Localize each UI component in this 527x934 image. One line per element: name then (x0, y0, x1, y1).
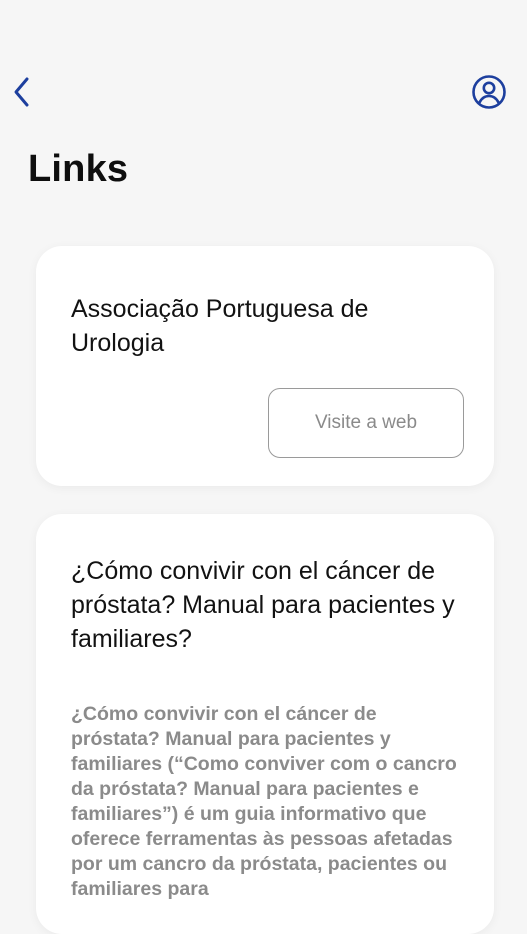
page-title: Links (28, 148, 129, 190)
user-circle-icon (471, 74, 507, 115)
link-card-description: ¿Cómo convivir con el cáncer de próstata… (71, 703, 457, 900)
link-card: ¿Cómo convivir con el cáncer de próstata… (36, 514, 494, 934)
top-navigation-bar (0, 0, 527, 130)
link-card-title: ¿Cómo convivir con el cáncer de próstata… (71, 557, 455, 653)
chevron-left-icon (11, 75, 33, 114)
profile-button[interactable] (468, 74, 510, 114)
back-button[interactable] (6, 74, 38, 114)
visit-website-button[interactable]: Visite a web (268, 388, 464, 458)
link-card: Associação Portuguesa de Urologia Visite… (36, 246, 494, 486)
link-card-title: Associação Portuguesa de Urologia (71, 295, 369, 357)
